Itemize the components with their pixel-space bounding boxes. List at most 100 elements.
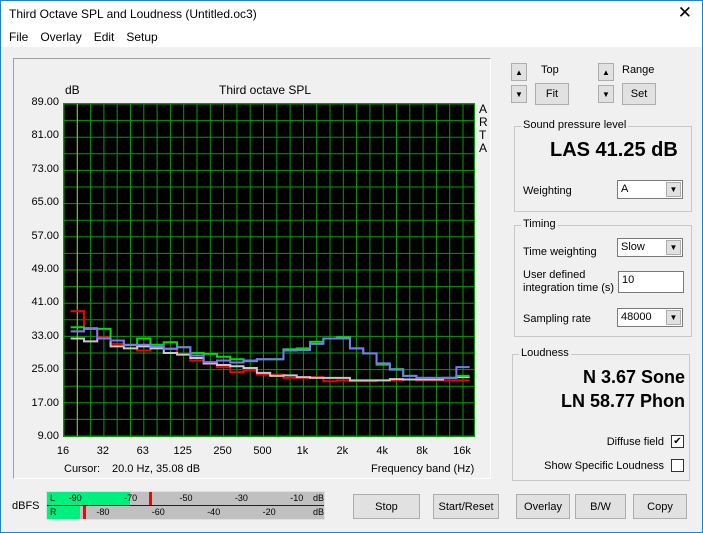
meter-tick-label: -30	[234, 493, 248, 503]
meter-tick-label: -10	[290, 493, 304, 503]
loudness-group-title: Loudness	[519, 347, 571, 359]
arrow-up-icon: ▲	[602, 67, 610, 77]
x-tick-label: 2k	[336, 445, 349, 457]
integration-time-input[interactable]: 10	[618, 271, 684, 293]
app-window: Third Octave SPL and Loudness (Untitled.…	[0, 0, 703, 533]
cursor-readout: 20.0 Hz, 35.08 dB	[112, 463, 201, 475]
diffuse-field-label: Diffuse field	[606, 436, 664, 448]
y-tick-label: 33.00	[31, 329, 59, 342]
sampling-rate-value: 48000	[621, 311, 652, 323]
meter-label: dBFS	[12, 500, 40, 512]
range-label: Range	[622, 64, 655, 76]
menu-setup[interactable]: Setup	[120, 27, 163, 47]
x-tick-label: 8k	[416, 445, 428, 457]
time-weighting-value: Slow	[621, 241, 645, 253]
range-up-button[interactable]: ▲	[598, 63, 614, 81]
diffuse-field-checkbox[interactable]: ✔	[671, 435, 684, 448]
arrow-down-icon: ▼	[602, 89, 610, 99]
weighting-select[interactable]: A ▼	[617, 180, 683, 199]
menu-file[interactable]: File	[3, 27, 34, 47]
close-icon[interactable]: ✕	[678, 3, 692, 23]
show-specific-loudness-checkbox[interactable]	[671, 459, 684, 472]
x-tick-label: 125	[173, 445, 192, 457]
y-tick-label: 25.00	[31, 363, 59, 376]
menu-edit[interactable]: Edit	[88, 27, 121, 47]
copy-button[interactable]: Copy	[633, 494, 687, 519]
meter-unit-label: dB	[313, 493, 325, 503]
cursor-label: Cursor:	[64, 463, 101, 475]
y-tick-label: 73.00	[31, 162, 59, 175]
weighting-label: Weighting	[523, 185, 572, 197]
x-tick-label: 1k	[296, 445, 309, 457]
integration-label-1: User defined	[523, 269, 586, 281]
y-axis-label: dB	[65, 83, 80, 97]
x-tick-label: 4k	[376, 445, 388, 457]
time-weighting-label: Time weighting	[523, 246, 597, 258]
spl-chart	[63, 103, 474, 437]
x-tick-label: 500	[253, 445, 272, 457]
range-down-button[interactable]: ▼	[598, 85, 614, 103]
x-tick-label: 250	[213, 445, 232, 457]
y-tick-label: 65.00	[31, 196, 59, 209]
arrow-up-icon: ▲	[515, 67, 523, 77]
window-title: Third Octave SPL and Loudness (Untitled.…	[9, 7, 257, 21]
meter-tick-label: -80	[96, 507, 110, 517]
y-tick-label: 89.00	[31, 96, 59, 108]
weighting-value: A	[621, 183, 629, 195]
chart-title: Third octave SPL	[219, 83, 312, 97]
y-tick-label: 57.00	[31, 229, 59, 242]
menu-bar: File Overlay Edit Setup	[1, 27, 702, 47]
meter-left-channel: L -90 -70 -50 -30 -10 dB	[47, 492, 324, 505]
fit-button[interactable]: Fit	[535, 83, 569, 105]
meter-fill	[47, 492, 131, 505]
loudness-sone: N 3.67 Sone	[582, 367, 685, 387]
set-button[interactable]: Set	[622, 83, 656, 105]
arrow-down-icon: ▼	[515, 89, 523, 99]
meter-tick-label: -70	[124, 493, 138, 503]
meter-right-channel: R -80 -60 -40 -20 dB	[47, 506, 324, 519]
meter-peak-marker	[149, 492, 153, 505]
sampling-rate-label: Sampling rate	[523, 313, 591, 325]
loudness-phon: LN 58.77 Phon	[560, 391, 685, 411]
time-weighting-select[interactable]: Slow ▼	[617, 238, 683, 257]
meter-tick-label: -50	[179, 493, 193, 503]
spl-value: LAS 41.25 dB	[550, 139, 678, 161]
chevron-down-icon: ▼	[666, 240, 681, 255]
title-bar: Third Octave SPL and Loudness (Untitled.…	[1, 1, 702, 27]
top-up-button[interactable]: ▲	[511, 63, 527, 81]
plot-area[interactable]	[63, 103, 475, 437]
y-tick-label: 9.00	[37, 430, 59, 442]
top-label: Top	[541, 64, 559, 76]
y-tick-label: 17.00	[31, 396, 59, 409]
meter-tick-label: -60	[151, 507, 165, 517]
y-tick-label: 49.00	[31, 263, 59, 275]
chevron-down-icon: ▼	[666, 310, 681, 325]
x-tick-label: 32	[96, 445, 110, 457]
x-tick-label: 63	[136, 445, 149, 457]
sampling-rate-select[interactable]: 48000 ▼	[617, 308, 683, 327]
meter-tick-label: -20	[262, 507, 276, 517]
level-meter: L -90 -70 -50 -30 -10 dB R -80 -60 -40 -20 dB	[46, 491, 325, 520]
stop-button[interactable]: Stop	[353, 494, 420, 519]
meter-channel-label: R	[50, 507, 57, 517]
integration-label-2: integration time (s)	[523, 282, 615, 294]
top-down-button[interactable]: ▼	[511, 85, 527, 103]
checkmark-icon: ✔	[673, 436, 682, 447]
x-axis-label: Frequency band (Hz)	[371, 463, 475, 475]
spl-group-title: Sound pressure level	[521, 119, 629, 131]
x-tick-label: 16	[56, 445, 70, 457]
chevron-down-icon: ▼	[666, 182, 681, 197]
meter-tick-label: -90	[68, 493, 82, 503]
bw-button[interactable]: B/W	[575, 494, 626, 519]
menu-overlay[interactable]: Overlay	[34, 27, 87, 47]
meter-tick-label: -40	[207, 507, 221, 517]
meter-unit-label: dB	[313, 507, 325, 517]
show-specific-loudness-label: Show Specific Loudness	[544, 460, 664, 472]
start-reset-button[interactable]: Start/Reset	[433, 494, 499, 519]
overlay-button[interactable]: Overlay	[516, 494, 570, 519]
arta-watermark: ARTA	[479, 102, 488, 155]
y-tick-label: 41.00	[31, 296, 59, 309]
x-tick-label: 16k	[453, 445, 471, 457]
y-tick-label: 81.00	[31, 129, 59, 142]
meter-channel-label: L	[50, 493, 56, 503]
